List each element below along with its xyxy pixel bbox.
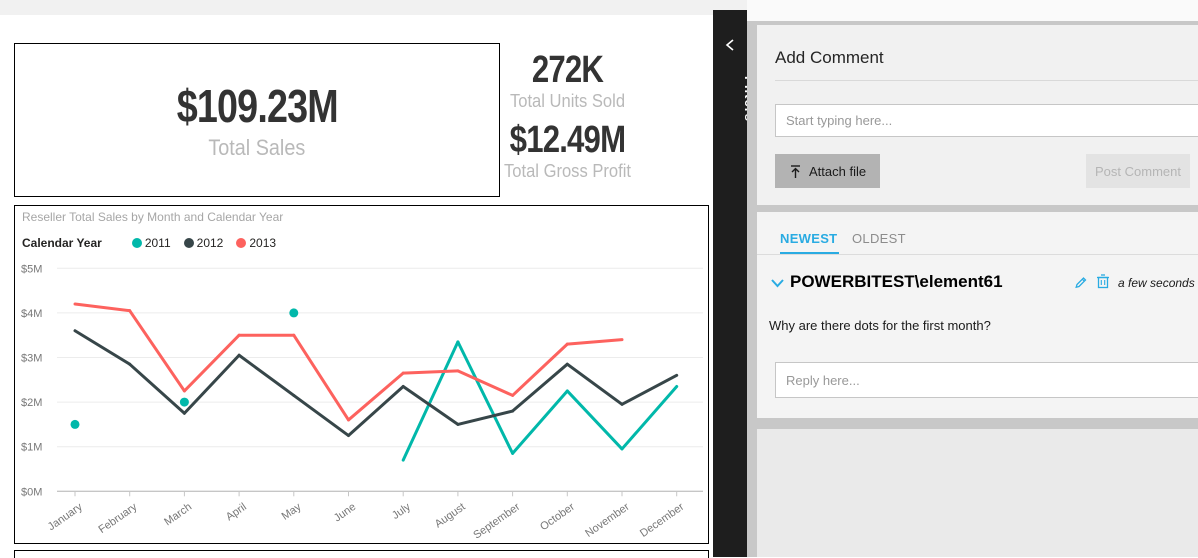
legend-title: Calendar Year — [22, 236, 102, 250]
svg-text:March: March — [162, 501, 194, 528]
chart-legend: Calendar Year 2011 2012 2013 — [22, 236, 289, 250]
post-comment-button[interactable]: Post Comment — [1086, 154, 1190, 188]
expand-filters-chevron-icon[interactable] — [724, 38, 736, 52]
collapse-comment-chevron-icon[interactable] — [770, 278, 785, 289]
upload-icon — [789, 164, 802, 179]
add-comment-title: Add Comment — [775, 48, 884, 68]
comments-list-section: NEWEST OLDEST POWERBITEST\element61 a fe… — [757, 212, 1198, 418]
comment-input[interactable] — [775, 104, 1198, 137]
svg-text:April: April — [224, 501, 249, 523]
delete-comment-icon[interactable] — [1096, 273, 1110, 289]
total-sales-kpi-card: $109.23M Total Sales — [14, 43, 500, 197]
add-comment-section: Add Comment Attach file Post Comment — [757, 25, 1198, 205]
svg-text:September: September — [471, 501, 522, 542]
tab-newest[interactable]: NEWEST — [780, 231, 837, 246]
legend-item-2013[interactable]: 2013 — [236, 236, 276, 250]
panel-top-gap — [747, 0, 1198, 21]
series-2011 — [71, 308, 677, 460]
tab-newest-label: NEWEST — [780, 231, 837, 246]
svg-text:August: August — [433, 501, 468, 530]
legend-dot-2011-icon — [132, 238, 142, 248]
series-2012 — [75, 331, 677, 436]
legend-label-2013: 2013 — [249, 236, 276, 250]
svg-text:October: October — [538, 501, 577, 533]
legend-dot-2012-icon — [184, 238, 194, 248]
legend-item-2012[interactable]: 2012 — [184, 236, 224, 250]
gridlines: $0M $1M $2M $3M $4M $5M — [21, 263, 703, 498]
comment-timestamp: a few seconds ago — [1118, 276, 1198, 290]
total-sales-value: $109.23M — [176, 79, 337, 133]
legend-item-2011[interactable]: 2011 — [132, 236, 171, 250]
svg-text:May: May — [280, 501, 304, 523]
legend-label-2012: 2012 — [197, 236, 224, 250]
legend-dot-2013-icon — [236, 238, 246, 248]
svg-text:December: December — [638, 501, 687, 540]
svg-text:$2M: $2M — [21, 397, 42, 409]
kpi-stack: 272K Total Units Sold $12.49M Total Gros… — [480, 50, 655, 190]
attach-file-label: Attach file — [809, 164, 866, 179]
comment-text: Why are there dots for the first month? — [769, 318, 991, 333]
tabs-divider — [757, 254, 1198, 255]
edit-comment-icon[interactable] — [1073, 274, 1089, 290]
svg-text:February: February — [96, 501, 139, 536]
svg-text:$1M: $1M — [21, 442, 42, 454]
comments-empty-area — [757, 429, 1198, 557]
tab-oldest[interactable]: OLDEST — [852, 231, 906, 246]
x-axis-labels: January February March April May June July Augu… — [46, 491, 687, 541]
gross-profit-label: Total Gross Profit — [487, 160, 648, 182]
svg-text:November: November — [583, 501, 632, 540]
sales-line-chart[interactable]: $0M $1M $2M $3M $4M $5M January February March Ap… — [15, 256, 708, 544]
total-units-label: Total Units Sold — [487, 90, 648, 112]
svg-text:$4M: $4M — [21, 308, 42, 320]
filters-pane-collapsed[interactable]: Filters — [713, 10, 747, 557]
reseller-sales-chart-card: Reseller Total Sales by Month and Calend… — [14, 205, 709, 544]
total-units-value: 272K — [532, 50, 603, 90]
chart-title: Reseller Total Sales by Month and Calend… — [22, 210, 283, 224]
total-sales-label: Total Sales — [209, 135, 306, 161]
svg-text:$0M: $0M — [21, 486, 42, 498]
svg-text:$3M: $3M — [21, 353, 42, 365]
svg-text:June: June — [332, 501, 358, 525]
svg-text:$5M: $5M — [21, 263, 42, 275]
svg-text:January: January — [46, 501, 85, 534]
add-comment-divider — [775, 80, 1198, 81]
comment-author: POWERBITEST\element61 — [790, 272, 1003, 292]
svg-text:July: July — [390, 501, 413, 522]
attach-file-button[interactable]: Attach file — [775, 154, 880, 188]
gross-profit-value: $12.49M — [510, 120, 626, 160]
legend-label-2011: 2011 — [145, 236, 171, 250]
reply-input[interactable] — [775, 362, 1198, 398]
